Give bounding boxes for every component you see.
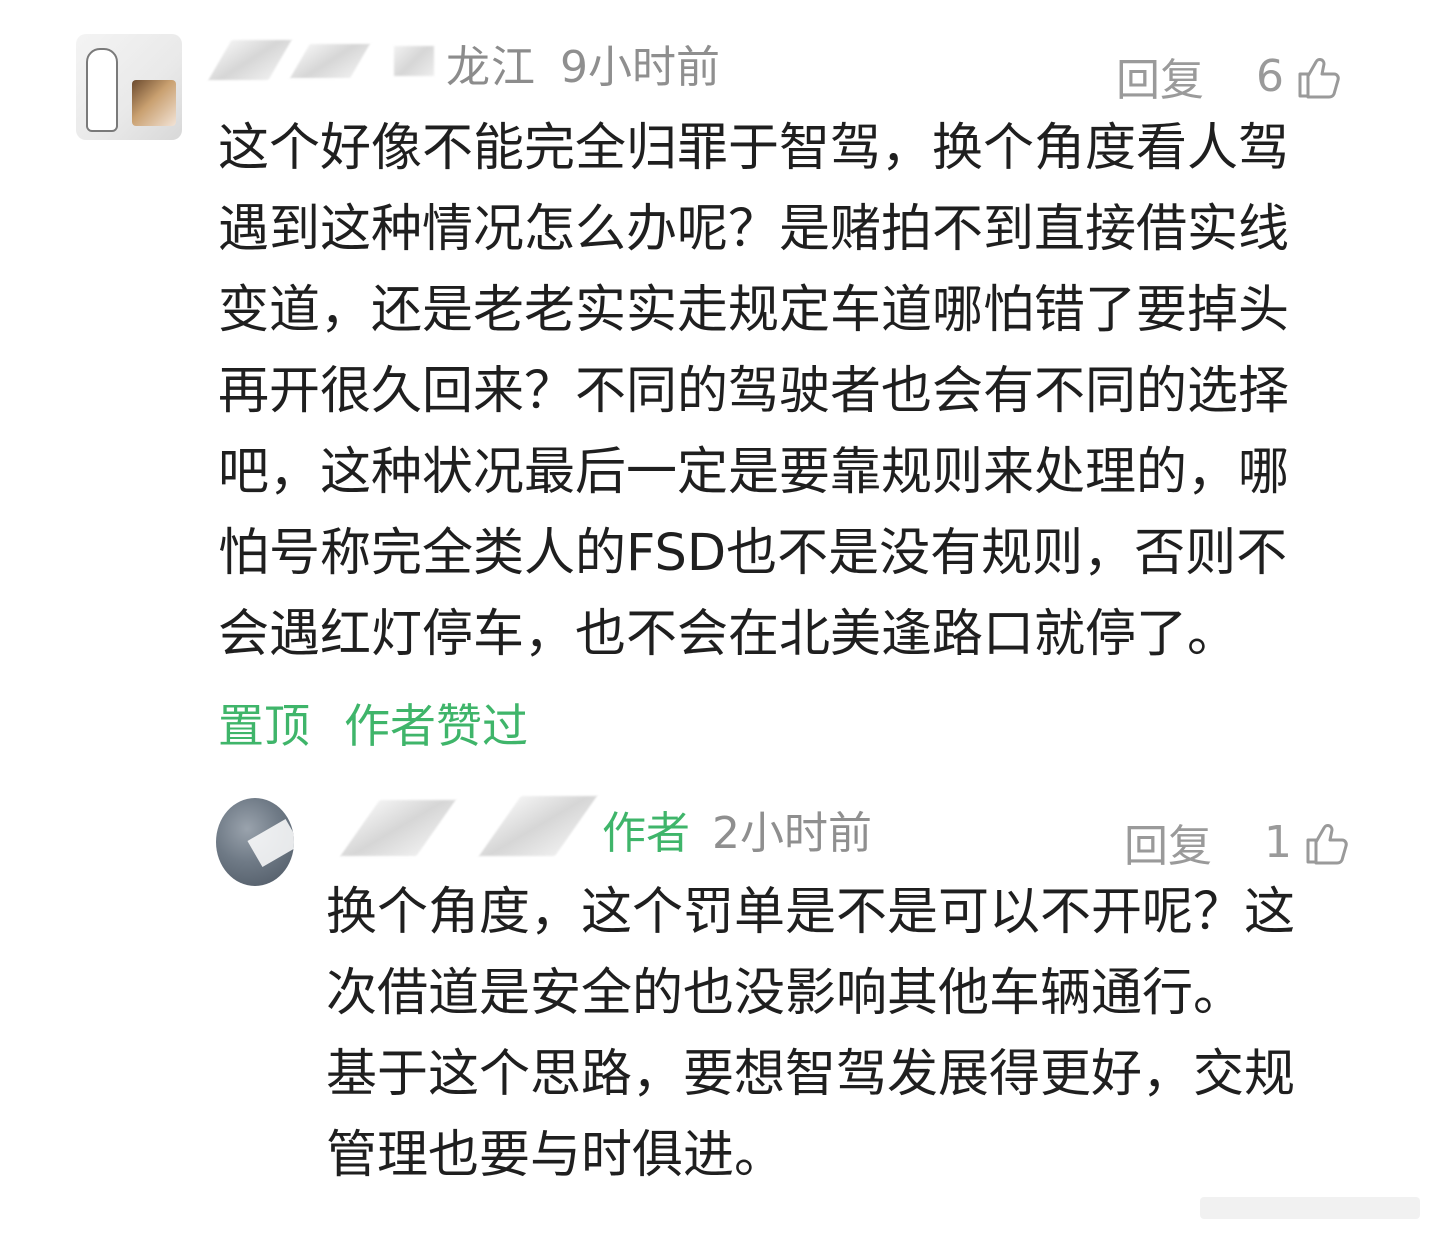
username-obscured (208, 40, 292, 80)
reply-body: 换个角度，这个罚单是不是可以不开呢？这 次借道是安全的也没影响其他车辆通行。 基… (326, 883, 1296, 1185)
reply-header: 作者 2小时前 (602, 812, 872, 856)
avatar-bird (132, 80, 176, 126)
pinned-tag: 置顶 (218, 699, 310, 753)
reply-avatar[interactable] (216, 798, 294, 886)
reply-username-obscured (340, 800, 456, 856)
username-location[interactable]: 龙江 (446, 46, 536, 90)
comment-tags: 置顶 作者赞过 (218, 690, 528, 756)
reply-time: 2小时前 (712, 808, 872, 859)
avatar-figure (86, 48, 118, 132)
reply-reply-button[interactable]: 回复 (1124, 810, 1212, 874)
reply-button[interactable]: 回复 (1116, 44, 1204, 108)
like-count: 6 (1256, 50, 1284, 102)
reply-username-obscured-2 (478, 796, 598, 856)
reply-like-count: 1 (1264, 816, 1292, 868)
thumbs-up-icon[interactable] (1294, 52, 1342, 100)
watermark-icon (1200, 1197, 1420, 1219)
thumbs-up-icon[interactable] (1302, 818, 1350, 866)
commenter-avatar[interactable] (76, 34, 182, 140)
author-badge: 作者 (602, 808, 690, 859)
comment-header: 龙江 9小时前 (446, 46, 720, 90)
reply-actions: 回复 1 (1124, 810, 1350, 874)
username-obscured-2 (290, 44, 370, 78)
comment-time: 9小时前 (560, 42, 720, 93)
comment-body: 这个好像不能完全归罪于智驾，换个角度看人驾 遇到这种情况怎么办呢？是赌拍不到直接… (218, 119, 1290, 664)
avatar-shade (247, 819, 294, 867)
author-liked-tag: 作者赞过 (344, 699, 528, 753)
username-obscured-3 (394, 46, 434, 76)
comment-actions: 回复 6 (1116, 44, 1342, 108)
